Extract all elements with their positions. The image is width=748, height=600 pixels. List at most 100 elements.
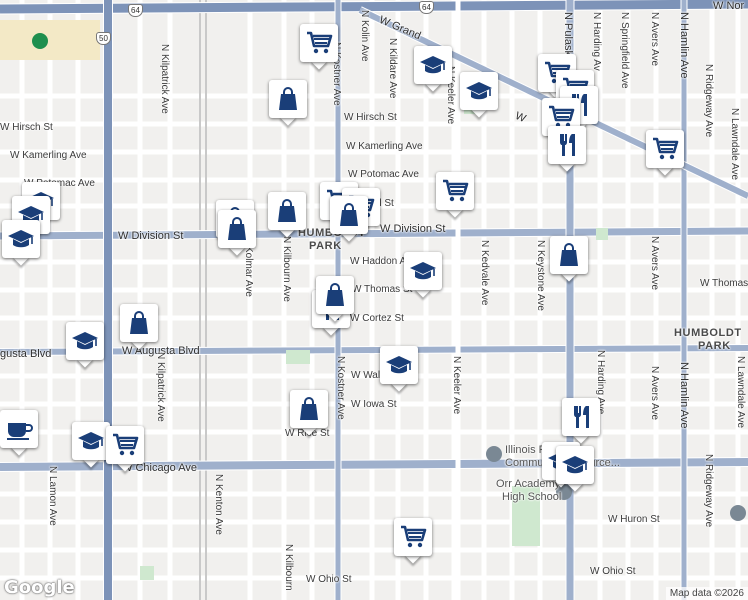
graduation-cap-marker[interactable]: [72, 422, 110, 468]
street-label-keystone: N Keystone Ave: [535, 240, 546, 311]
street-label-keeler: N Keeler Ave: [451, 356, 462, 415]
street-label-kilpatrick: N Kilpatrick Ave: [155, 352, 166, 422]
graduation-cap-icon: [8, 230, 34, 248]
street-label-kolin: N Kolin Ave: [359, 10, 370, 62]
coffee-marker[interactable]: [0, 410, 38, 456]
street-label-kamerling: W Kamerling Ave: [346, 141, 423, 152]
shopping-bag-icon: [300, 397, 318, 420]
shopping-bag-icon: [326, 283, 344, 306]
street-label-walton: W Wal: [351, 370, 381, 381]
neighborhood-label-humboldt-east: HUMBOLDT: [674, 327, 742, 339]
restaurant-icon: [560, 134, 575, 156]
park-area: [286, 350, 310, 364]
shopping-bag-marker[interactable]: [290, 390, 328, 436]
park-poi-icon[interactable]: [32, 33, 48, 49]
route-shield-50: 50: [96, 32, 111, 45]
street-label-cortez: W Cortez St: [350, 313, 404, 324]
graduation-cap-marker[interactable]: [404, 252, 442, 298]
graduation-cap-marker[interactable]: [460, 72, 498, 118]
street-label-lawndale-top: N Lawndale Ave: [729, 108, 740, 181]
map-attribution: Map data ©2026: [665, 587, 748, 600]
graduation-cap-marker[interactable]: [66, 322, 104, 368]
gas-station-poi-icon[interactable]: [730, 505, 746, 521]
restaurant-marker[interactable]: [548, 126, 586, 172]
street-label-kostner: N Kostner Ave: [335, 356, 346, 420]
graduation-cap-icon: [420, 56, 446, 74]
street-label-kildare: N Kildare Ave: [387, 38, 398, 99]
shopping-bag-icon: [278, 199, 296, 222]
shopping-cart-marker[interactable]: [394, 518, 432, 564]
graduation-cap-icon: [410, 262, 436, 280]
shopping-cart-marker[interactable]: [106, 426, 144, 472]
neighborhood-label-park-east: PARK: [698, 340, 731, 352]
shopping-bag-icon: [340, 203, 358, 226]
shopping-cart-marker[interactable]: [436, 172, 474, 218]
street-label-kilpatrick-top: N Kilpatrick Ave: [159, 44, 170, 114]
street-label-hirsch-west: W Hirsch St: [0, 122, 53, 133]
restaurant-icon: [574, 406, 589, 428]
restaurant-marker[interactable]: [562, 398, 600, 444]
shopping-bag-marker[interactable]: [550, 236, 588, 282]
road-network: [0, 0, 748, 600]
street-label-hamlin-top: N Hamlin Ave: [678, 12, 690, 79]
street-label-division: W Division St: [380, 223, 446, 235]
graduation-cap-icon: [386, 356, 412, 374]
shopping-cart-icon: [443, 179, 469, 202]
shopping-bag-marker[interactable]: [268, 192, 306, 238]
graduation-cap-marker[interactable]: [2, 220, 40, 266]
coffee-icon: [7, 423, 33, 440]
street-label-potomac: W Potomac Ave: [348, 169, 419, 180]
graduation-cap-icon: [562, 456, 588, 474]
street-label-north-ave: W Nor: [713, 0, 745, 12]
street-label-iowa: W Iowa St: [351, 399, 397, 410]
route-shield-64-east: 64: [419, 1, 434, 14]
street-label-ohio-east: W Ohio St: [590, 566, 636, 577]
street-label-ridgeway-top: N Ridgeway Ave: [703, 64, 714, 138]
shopping-cart-marker[interactable]: [646, 130, 684, 176]
shopping-bag-marker[interactable]: [218, 210, 256, 256]
shopping-bag-marker[interactable]: [316, 276, 354, 322]
street-label-avers-low: N Avers Ave: [649, 366, 660, 421]
street-label-kilbourn: N Kilbourn Ave: [281, 236, 292, 302]
street-label-lamon: N Lamon Ave: [47, 466, 58, 526]
place-label-high-school[interactable]: High School: [502, 491, 561, 503]
shopping-bag-icon: [228, 217, 246, 240]
street-label-thomas-east: W Thomas: [700, 278, 748, 289]
commercial-area: [0, 20, 100, 60]
graduation-cap-icon: [72, 332, 98, 350]
street-label-hamlin: N Hamlin Ave: [678, 362, 690, 429]
shopping-cart-marker[interactable]: [300, 24, 338, 70]
street-label-lawndale: N Lawndale Ave: [735, 356, 746, 429]
street-label-springfield: N Springfield Ave: [619, 12, 630, 89]
shopping-cart-icon: [653, 137, 679, 160]
street-label-avers-top: N Avers Ave: [649, 12, 660, 67]
shopping-bag-marker[interactable]: [330, 196, 368, 242]
street-label-augusta-left: gusta Blvd: [0, 348, 52, 360]
graduation-cap-marker[interactable]: [380, 346, 418, 392]
street-label-ridgeway: N Ridgeway Ave: [703, 454, 714, 528]
google-logo: Google: [4, 577, 75, 598]
graduation-cap-marker[interactable]: [414, 46, 452, 92]
shopping-bag-marker[interactable]: [269, 80, 307, 126]
government-poi-icon[interactable]: [486, 446, 502, 462]
graduation-cap-icon: [78, 432, 104, 450]
park-area-small-2: [140, 566, 154, 580]
map-canvas[interactable]: 50 64 64 W Division St W Division St W A…: [0, 0, 748, 600]
shopping-bag-icon: [279, 87, 297, 110]
shopping-bag-icon: [130, 311, 148, 334]
street-label-kedvale: N Kedvale Ave: [479, 240, 490, 306]
shopping-bag-icon: [560, 243, 578, 266]
street-label-avers: N Avers Ave: [649, 236, 660, 291]
shopping-cart-icon: [307, 31, 333, 54]
shopping-bag-marker[interactable]: [120, 304, 158, 350]
street-label-kamerling-west: W Kamerling Ave: [10, 150, 87, 161]
street-label-kilbourn-low: N Kilbourn: [283, 544, 294, 591]
graduation-cap-marker[interactable]: [556, 446, 594, 492]
street-label-harding-top: N Harding Av: [591, 12, 602, 71]
neighborhood-label-park: PARK: [309, 240, 342, 252]
graduation-cap-icon: [466, 82, 492, 100]
shopping-cart-icon: [113, 433, 139, 456]
park-area-small: [596, 228, 608, 240]
street-label-huron: W Huron St: [608, 514, 660, 525]
street-label-pulaski: N Pulaski: [562, 12, 574, 59]
